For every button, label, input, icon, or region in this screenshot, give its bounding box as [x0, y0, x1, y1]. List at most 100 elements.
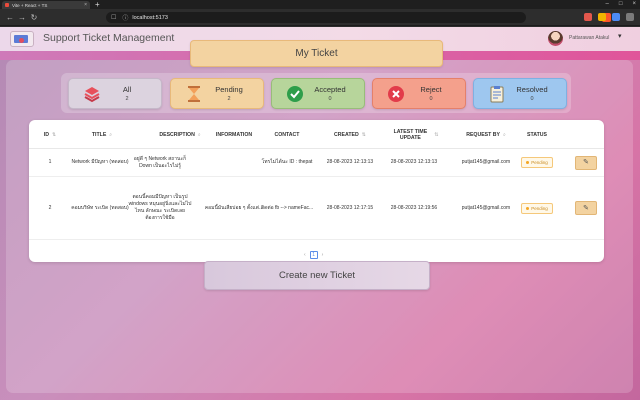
ticket-table: ID ⇅ TITLE ⌕ DESCRIPTION ⌕ INFORMATION CONT… — [29, 120, 604, 262]
edit-ticket-button[interactable]: ✎ — [575, 201, 597, 215]
filter-pending-button[interactable]: Pending 2 — [170, 78, 264, 109]
hourglass-icon — [185, 85, 203, 103]
column-header-created[interactable]: CREATED ⇅ — [316, 120, 384, 149]
address-bar[interactable]: ☐ ⓘ localhost:5173 — [106, 12, 611, 23]
filter-accepted-label: Accepted — [314, 85, 346, 94]
browser-toolbar: ← → ↻ ☐ ⓘ localhost:5173 — [0, 9, 640, 26]
sort-icon[interactable]: ⇅ — [52, 132, 56, 138]
site-info-icon[interactable]: ⓘ — [122, 13, 128, 22]
x-circle-icon — [387, 85, 405, 103]
cell-status: Pending — [511, 177, 563, 239]
app-title: Support Ticket Management — [43, 32, 175, 44]
page-number-button[interactable]: 1 — [309, 251, 318, 259]
stack-icon — [83, 85, 101, 103]
search-icon[interactable]: ⌕ — [503, 132, 506, 138]
back-icon[interactable]: ← — [4, 13, 16, 22]
status-text: Pending — [531, 160, 548, 165]
forward-icon[interactable]: → — [16, 13, 28, 22]
filter-resolved-text: Resolved 0 — [506, 85, 566, 102]
filter-all-button[interactable]: All 2 — [68, 78, 162, 109]
column-header-latest-update[interactable]: LATEST TIME UPDATE ⇅ — [381, 120, 447, 149]
filter-accepted-count: 0 — [328, 96, 332, 102]
table-row: 1 Network มีปัญหา (ทดสอบ) อยู่ดี ๆ Netwo… — [29, 149, 604, 177]
reload-icon[interactable]: ↻ — [28, 13, 40, 22]
column-header-contact: CONTACT — [253, 120, 321, 149]
edit-ticket-button[interactable]: ✎ — [575, 155, 597, 170]
extension-yellow-icon[interactable] — [598, 13, 606, 21]
filter-all-text: All 2 — [101, 85, 161, 102]
sort-icon[interactable]: ⇅ — [362, 132, 366, 138]
filter-reject-count: 0 — [429, 96, 433, 102]
cell-id: 2 — [48, 204, 52, 211]
status-badge: Pending — [521, 157, 553, 168]
status-badge: Pending — [521, 202, 553, 214]
column-label: DESCRIPTION — [159, 131, 195, 138]
column-label: REQUEST BY — [466, 131, 500, 138]
create-ticket-button[interactable]: Create new Ticket — [204, 261, 430, 290]
cell-title: คอมบริษัท ระเบิด (ทดสอบ) — [71, 204, 129, 211]
close-window-icon[interactable]: × — [632, 0, 636, 9]
clipboard-icon — [488, 85, 506, 103]
user-name[interactable]: Pattarawan Atakul — [569, 35, 609, 41]
avatar[interactable] — [548, 31, 563, 46]
vite-favicon-icon — [5, 3, 9, 7]
bookmark-icon[interactable]: ☐ — [111, 14, 116, 21]
cell-created: 28-08-2023 12:17:15 — [326, 204, 374, 211]
edit-icon: ✎ — [583, 159, 589, 166]
user-menu-caret-icon[interactable]: ▾ — [618, 32, 622, 40]
sort-icon[interactable]: ⇅ — [434, 132, 438, 138]
cell-id: 1 — [48, 159, 52, 165]
menu-icon[interactable] — [626, 13, 634, 21]
filter-reject-button[interactable]: Reject 0 — [372, 78, 466, 109]
filter-accepted-text: Accepted 0 — [304, 85, 364, 102]
new-tab-button[interactable]: + — [95, 0, 100, 9]
cell-description: ตอนนี้คอมมีปัญหา เป็นรูป windows หมุนอยู… — [128, 194, 192, 221]
status-text: Pending — [531, 205, 548, 211]
filter-pending-text: Pending 2 — [203, 85, 263, 102]
url-text: localhost:5173 — [132, 14, 168, 21]
cell-contact: ติดต่อ fb --> nameFac... — [260, 204, 314, 211]
column-label: STATUS — [527, 131, 547, 138]
cell-created: 28-08-2023 12:13:13 — [326, 159, 374, 165]
window-controls: – □ × — [606, 0, 636, 9]
minimize-icon[interactable]: – — [606, 0, 609, 9]
filter-reject-text: Reject 0 — [405, 85, 465, 102]
column-label: ID — [43, 131, 49, 138]
cell-latest-update: 28-08-2023 12:19:56 — [390, 204, 438, 211]
edit-icon: ✎ — [583, 204, 589, 212]
browser-tabbar: Vite + React + TS × + – □ × — [0, 0, 640, 9]
filter-accepted-button[interactable]: Accepted 0 — [271, 78, 365, 109]
cell-status: Pending — [511, 149, 563, 176]
cell-action: ✎ — [573, 149, 599, 176]
ticket-logo-icon — [10, 31, 34, 47]
extension-red-icon[interactable] — [584, 13, 592, 21]
filter-reject-label: Reject — [420, 85, 442, 94]
column-label: CREATED — [334, 131, 359, 138]
filter-pending-label: Pending — [215, 85, 243, 94]
filter-resolved-button[interactable]: Resolved 0 — [473, 78, 567, 109]
search-icon[interactable]: ⌕ — [109, 132, 112, 138]
column-label: INFORMATION — [215, 131, 253, 138]
check-circle-icon — [286, 85, 304, 103]
browser-tab[interactable]: Vite + React + TS × — [2, 1, 90, 9]
table-row: 2 คอมบริษัท ระเบิด (ทดสอบ) ตอนนี้คอมมีปั… — [29, 177, 604, 240]
cell-title: Network มีปัญหา (ทดสอบ) — [71, 159, 129, 165]
filter-all-count: 2 — [125, 96, 129, 102]
filter-resolved-label: Resolved — [516, 85, 548, 94]
status-dot-icon — [526, 206, 530, 210]
maximize-icon[interactable]: □ — [619, 0, 623, 9]
column-header-id[interactable]: ID ⇅ — [35, 120, 65, 149]
next-page-icon[interactable]: › — [322, 252, 324, 258]
filter-all-label: All — [122, 85, 132, 94]
prev-page-icon[interactable]: ‹ — [304, 252, 306, 258]
cell-action: ✎ — [573, 177, 599, 239]
extension-icons — [584, 13, 634, 21]
my-ticket-heading: My Ticket — [190, 40, 443, 67]
tab-close-icon[interactable]: × — [84, 2, 87, 8]
extension-blue-icon[interactable] — [612, 13, 620, 21]
column-header-status: STATUS — [511, 120, 563, 149]
cell-contact: โทรไม่ได้นะ ID : thepat — [261, 159, 313, 165]
filter-pending-count: 2 — [227, 96, 231, 102]
pagination: ‹ 1 › — [304, 251, 323, 259]
filter-resolved-count: 0 — [530, 96, 534, 102]
